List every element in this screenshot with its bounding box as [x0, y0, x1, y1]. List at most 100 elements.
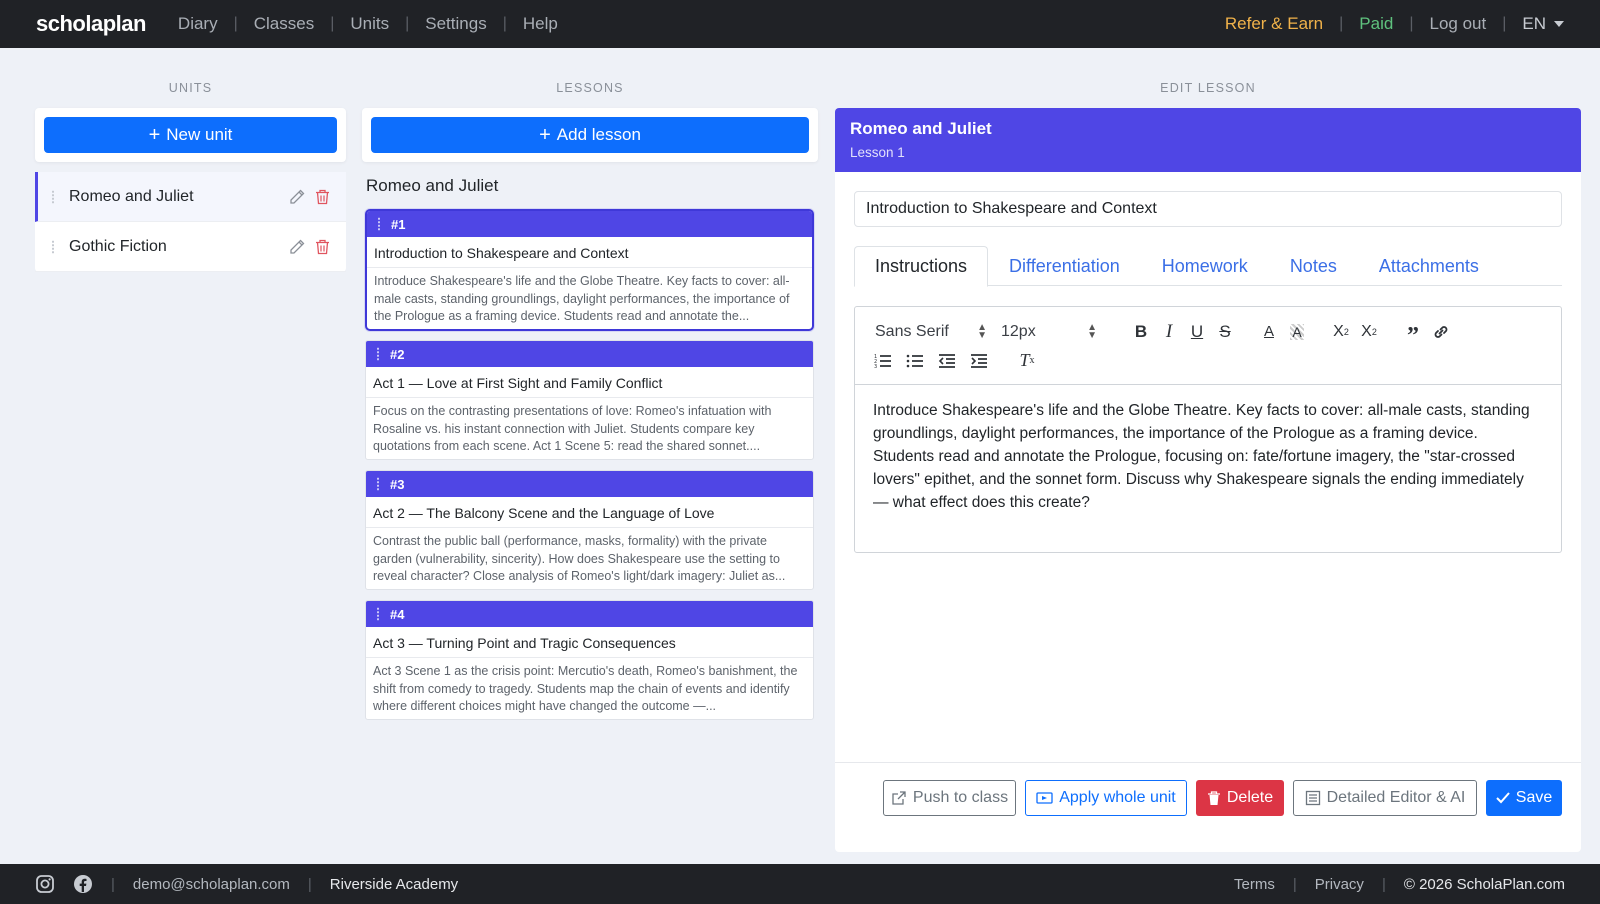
check-icon [1496, 792, 1510, 804]
nav-logout[interactable]: Log out [1413, 14, 1502, 34]
unit-actions [289, 239, 330, 255]
ordered-list-icon[interactable]: 123 [869, 349, 897, 373]
push-to-class-button[interactable]: Push to class [883, 780, 1016, 816]
cast-icon [1036, 792, 1053, 804]
clear-format-icon[interactable]: Tx [1013, 349, 1041, 373]
edit-actions-bar: Push to class Apply whole unit Delete De… [835, 762, 1581, 852]
lesson-title-input[interactable] [854, 191, 1562, 227]
drag-handle-icon[interactable] [376, 347, 380, 361]
tab-homework[interactable]: Homework [1141, 246, 1269, 286]
nav-paid-status[interactable]: Paid [1343, 14, 1409, 34]
facebook-icon[interactable] [73, 874, 93, 894]
edit-lesson-heading: EDIT LESSON [1160, 81, 1256, 95]
lesson-title: Introduction to Shakespeare and Context [367, 237, 812, 268]
bullet-list-icon[interactable] [901, 349, 929, 373]
drag-handle-icon[interactable] [51, 189, 55, 204]
unit-actions [289, 189, 330, 205]
unit-name: Gothic Fiction [69, 237, 167, 255]
nav-help[interactable]: Help [507, 14, 574, 34]
drag-handle-icon[interactable] [51, 239, 55, 254]
footer-divider: | [1292, 875, 1297, 893]
footer-school: Riverside Academy [329, 875, 459, 893]
drag-handle-icon[interactable] [376, 477, 380, 491]
save-button[interactable]: Save [1486, 780, 1562, 816]
strikethrough-icon[interactable]: S [1211, 320, 1239, 344]
editor-toolbar: Sans Serif ▲ ▼ 12px ▲ ▼ B I U S A A X2 X… [855, 307, 1561, 385]
pencil-icon[interactable] [289, 239, 305, 255]
text-color-icon[interactable]: A [1255, 320, 1283, 344]
new-unit-button[interactable]: + New unit [44, 117, 337, 153]
unit-item[interactable]: Romeo and Juliet [35, 172, 346, 222]
nav-refer-earn[interactable]: Refer & Earn [1209, 14, 1339, 34]
footer-email[interactable]: demo@scholaplan.com [133, 876, 290, 893]
save-label: Save [1515, 789, 1553, 806]
delete-button[interactable]: Delete [1196, 780, 1284, 816]
edit-unit-title: Romeo and Juliet [850, 119, 992, 138]
lesson-card-header: #1 [367, 211, 812, 237]
unit-item[interactable]: Gothic Fiction [35, 222, 346, 272]
lesson-card[interactable]: #3 Act 2 — The Balcony Scene and the Lan… [365, 470, 814, 590]
edit-lesson-number: Lesson 1 [850, 145, 905, 160]
nav-units[interactable]: Units [334, 14, 405, 34]
lesson-description: Introduce Shakespeare's life and the Glo… [374, 274, 790, 323]
units-heading: UNITS [168, 81, 213, 95]
highlight-color-icon[interactable]: A [1283, 320, 1311, 344]
lessons-heading: LESSONS [556, 81, 624, 95]
font-family-select[interactable]: Sans Serif ▲ ▼ [875, 321, 987, 341]
subscript-icon[interactable]: X2 [1327, 320, 1355, 344]
tab-instructions[interactable]: Instructions [854, 246, 989, 287]
lesson-card[interactable]: #2 Act 1 — Love at First Sight and Famil… [365, 340, 814, 460]
lesson-card[interactable]: #1 Introduction to Shakespeare and Conte… [365, 209, 814, 331]
drag-handle-icon[interactable] [376, 607, 380, 621]
unit-name: Romeo and Juliet [69, 187, 194, 205]
nav-diary[interactable]: Diary [162, 14, 234, 34]
edit-lesson-header: Romeo and Juliet Lesson 1 [835, 108, 1581, 172]
language-dropdown[interactable]: EN [1506, 14, 1564, 34]
footer-privacy[interactable]: Privacy [1315, 876, 1364, 893]
outdent-icon[interactable] [933, 349, 961, 373]
tab-notes[interactable]: Notes [1269, 246, 1358, 286]
nav-settings[interactable]: Settings [409, 14, 502, 34]
editor-paragraph: Introduce Shakespeare's life and the Glo… [873, 402, 1530, 442]
trash-icon [1207, 790, 1220, 805]
detailed-editor-button[interactable]: Detailed Editor & AI [1293, 780, 1477, 816]
blockquote-icon[interactable]: ” [1399, 320, 1427, 348]
units-list: Romeo and Juliet Gothic Fiction [35, 172, 346, 272]
font-size-value: 12px [1001, 322, 1036, 340]
footer-right: Terms | Privacy | © 2026 ScholaPlan.com [1234, 876, 1565, 893]
add-lesson-button[interactable]: + Add lesson [371, 117, 809, 153]
units-toolbar: + New unit [35, 108, 346, 162]
drag-handle-icon[interactable] [377, 217, 381, 231]
superscript-icon[interactable]: X2 [1355, 320, 1383, 344]
lesson-number: #4 [390, 606, 405, 622]
footer-copyright: © 2026 ScholaPlan.com [1403, 875, 1565, 893]
brand-logo[interactable]: scholaplan [36, 11, 146, 37]
up-down-icon: ▲ ▼ [977, 321, 987, 341]
lesson-card[interactable]: #4 Act 3 — Turning Point and Tragic Cons… [365, 600, 814, 720]
editor-content[interactable]: Introduce Shakespeare's life and the Glo… [855, 385, 1561, 528]
caret-down-icon [1554, 21, 1564, 27]
trash-icon[interactable] [315, 189, 330, 205]
nav-classes[interactable]: Classes [238, 14, 330, 34]
lesson-title: Act 3 — Turning Point and Tragic Consequ… [366, 627, 813, 658]
editor-paragraph: Students read and annotate the Prologue,… [873, 448, 1524, 511]
link-icon[interactable] [1427, 320, 1455, 344]
font-size-select[interactable]: 12px ▲ ▼ [1001, 322, 1097, 341]
bold-icon[interactable]: B [1127, 320, 1155, 344]
lesson-number: #2 [390, 346, 405, 362]
trash-icon[interactable] [315, 239, 330, 255]
lesson-title: Act 1 — Love at First Sight and Family C… [366, 367, 813, 398]
tab-differentiation[interactable]: Differentiation [988, 246, 1141, 286]
tab-attachments[interactable]: Attachments [1358, 246, 1500, 286]
lesson-card-header: #4 [366, 601, 813, 627]
instagram-icon[interactable] [35, 874, 55, 894]
underline-icon[interactable]: U [1183, 320, 1211, 344]
indent-icon[interactable] [965, 349, 993, 373]
lesson-description: Act 3 Scene 1 as the crisis point: Mercu… [373, 664, 798, 713]
footer-terms[interactable]: Terms [1234, 876, 1275, 893]
pencil-icon[interactable] [289, 189, 305, 205]
lessons-toolbar: + Add lesson [362, 108, 818, 162]
lesson-number: #3 [390, 476, 405, 492]
italic-icon[interactable]: I [1155, 320, 1183, 344]
apply-whole-unit-button[interactable]: Apply whole unit [1025, 780, 1187, 816]
